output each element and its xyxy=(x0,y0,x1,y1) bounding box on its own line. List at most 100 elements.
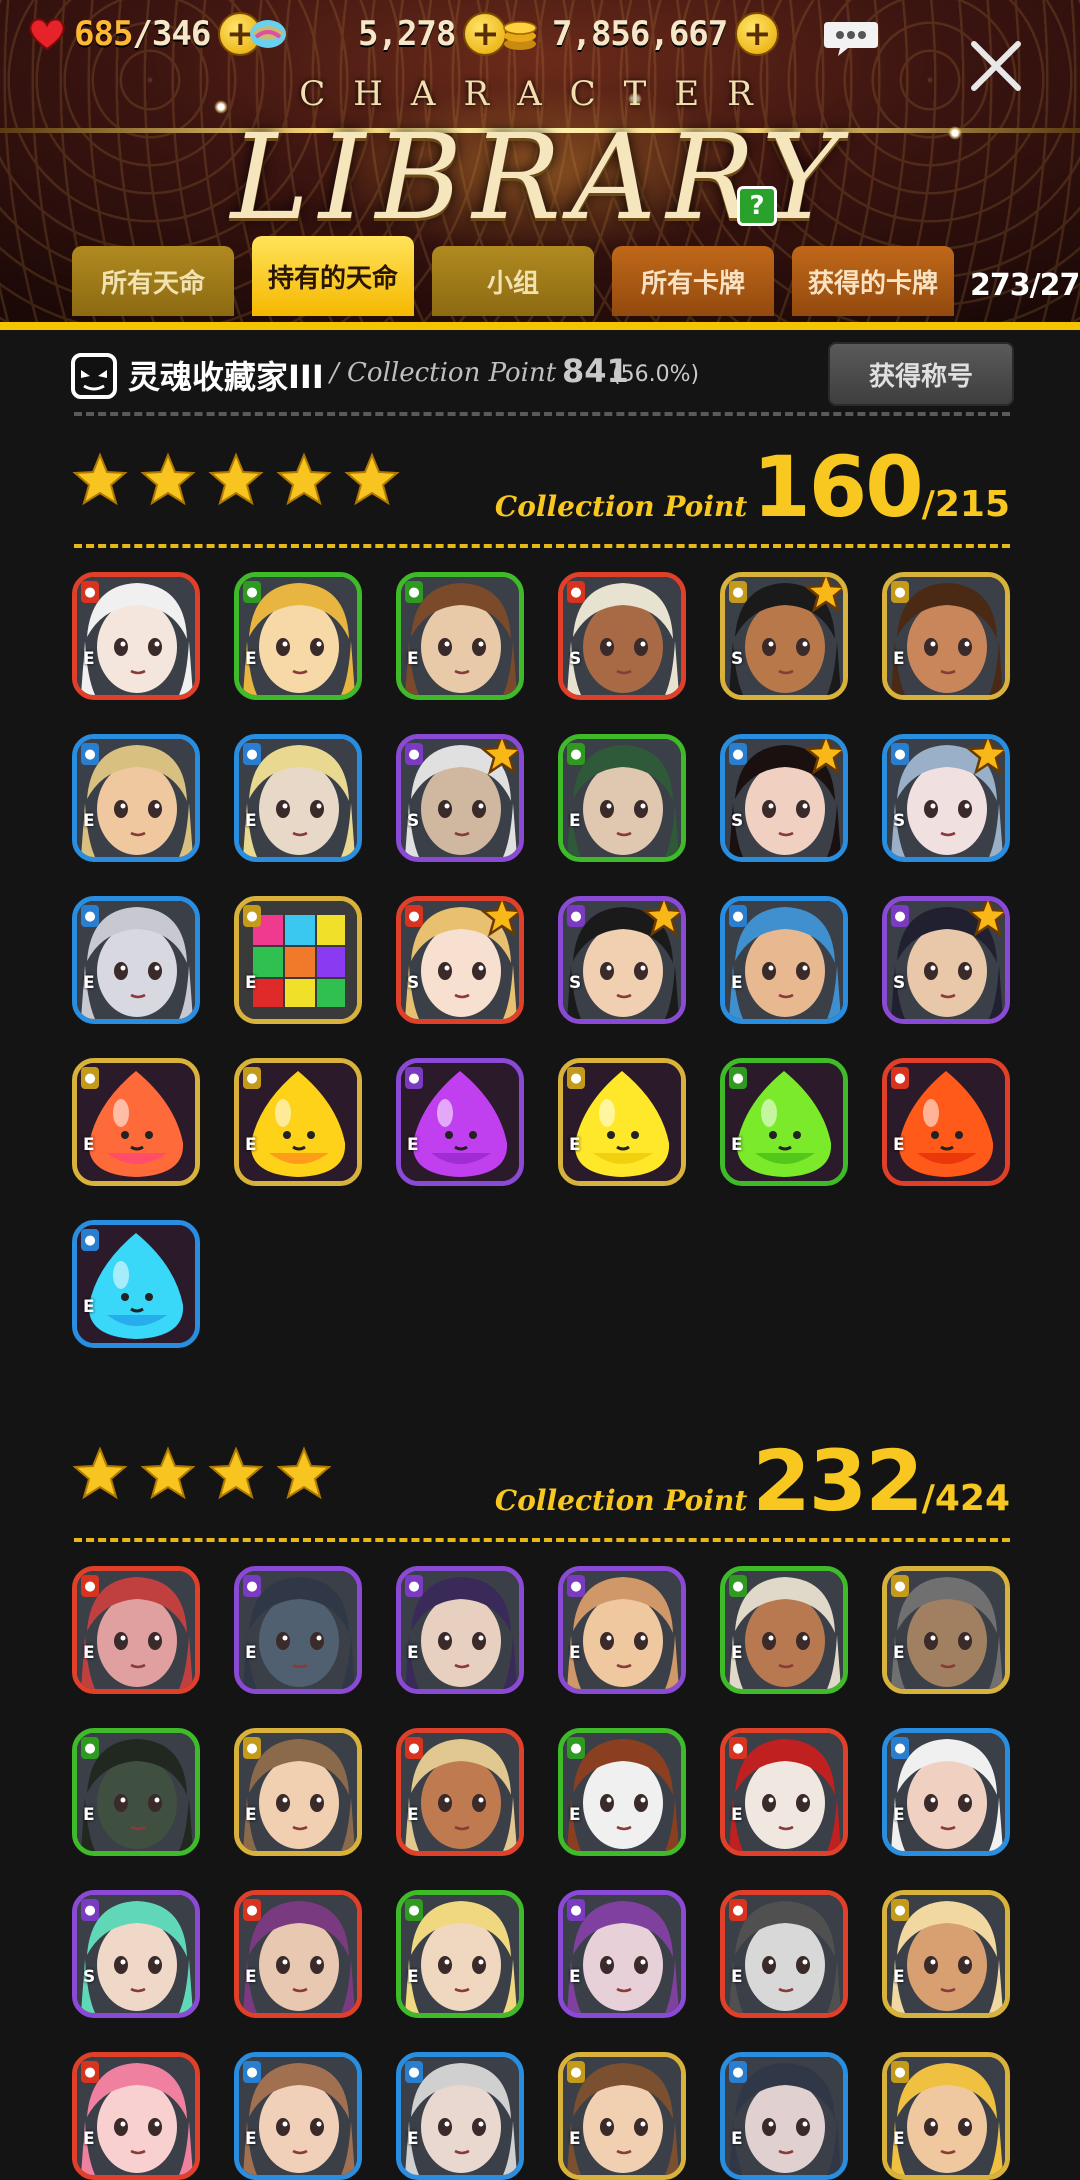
character-card[interactable]: ● E xyxy=(882,1566,1010,1694)
element-icon: ● xyxy=(567,905,585,927)
tab-4[interactable]: 所有卡牌 xyxy=(612,246,774,316)
element-icon: ● xyxy=(405,1737,423,1759)
character-card[interactable]: ● S xyxy=(882,896,1010,1024)
tab-1[interactable]: 所有天命 xyxy=(72,246,234,316)
character-card[interactable]: ● S xyxy=(396,734,524,862)
character-card[interactable]: ● E xyxy=(720,1728,848,1856)
character-card[interactable]: ● E xyxy=(234,1890,362,2018)
character-card[interactable]: ● E xyxy=(72,572,200,700)
element-icon: ● xyxy=(243,2061,261,2083)
card-rank: E xyxy=(245,1967,257,1987)
character-card[interactable]: ● E xyxy=(396,1890,524,2018)
tab-2[interactable]: 持有的天命 xyxy=(252,236,414,316)
card-rank: E xyxy=(83,1297,95,1317)
element-icon: ● xyxy=(891,1067,909,1089)
character-card[interactable]: ● E xyxy=(558,1058,686,1186)
evolution-star-icon xyxy=(967,739,1005,775)
card-rank: E xyxy=(893,2129,905,2149)
element-icon: ● xyxy=(729,1575,747,1597)
character-card[interactable]: ● E xyxy=(720,1890,848,2018)
character-card[interactable]: ● E xyxy=(72,1728,200,1856)
character-card[interactable]: ● E xyxy=(720,1058,848,1186)
collection-point-text: Collection Point : xyxy=(347,358,574,388)
character-card[interactable]: ● E xyxy=(720,2052,848,2180)
character-card[interactable]: ● E xyxy=(234,734,362,862)
character-card[interactable]: ● E xyxy=(72,1566,200,1694)
mask-icon xyxy=(71,353,117,399)
character-card[interactable]: ● E xyxy=(882,1058,1010,1186)
rarity-star-icon xyxy=(276,452,332,506)
tab-5[interactable]: 获得的卡牌 xyxy=(792,246,954,316)
character-card[interactable]: ● E xyxy=(882,1728,1010,1856)
title-library: LIBRARY xyxy=(230,108,850,246)
character-card[interactable]: ● E xyxy=(558,2052,686,2180)
card-rank: E xyxy=(245,1805,257,1825)
character-card[interactable]: ● E xyxy=(882,2052,1010,2180)
character-card[interactable]: ● E xyxy=(720,1566,848,1694)
obtain-title-button[interactable]: 获得称号 xyxy=(828,342,1014,406)
element-icon: ● xyxy=(81,1737,99,1759)
character-card[interactable]: ● E xyxy=(234,2052,362,2180)
element-icon: ● xyxy=(405,905,423,927)
card-rank: E xyxy=(83,2129,95,2149)
help-icon[interactable]: ? xyxy=(737,186,777,226)
element-icon: ● xyxy=(729,1067,747,1089)
element-icon: ● xyxy=(81,1899,99,1921)
section-divider xyxy=(74,544,1010,548)
character-card[interactable]: ● E xyxy=(234,1728,362,1856)
element-icon: ● xyxy=(567,1575,585,1597)
element-icon: ● xyxy=(891,2061,909,2083)
element-icon: ● xyxy=(405,743,423,765)
element-icon: ● xyxy=(81,743,99,765)
character-card[interactable]: ● S xyxy=(72,1890,200,2018)
chat-bubble-icon[interactable] xyxy=(822,18,880,58)
character-card[interactable]: ● E xyxy=(396,1058,524,1186)
character-card[interactable]: ● S xyxy=(396,896,524,1024)
character-card[interactable]: ● E xyxy=(558,1566,686,1694)
character-card[interactable]: ● S xyxy=(882,734,1010,862)
character-card[interactable]: ● E xyxy=(72,896,200,1024)
gems-resource: 5,278 + xyxy=(248,12,508,56)
section-cp-value: 232 xyxy=(752,1432,923,1530)
card-rank: E xyxy=(731,1135,743,1155)
character-card[interactable]: ● E xyxy=(558,1728,686,1856)
character-card[interactable]: ● S xyxy=(558,896,686,1024)
character-card[interactable]: ● E xyxy=(234,572,362,700)
character-card[interactable]: ● E xyxy=(558,734,686,862)
tab-3[interactable]: 小组 xyxy=(432,246,594,316)
add-gold-button[interactable]: + xyxy=(735,12,780,56)
character-card[interactable]: ● E xyxy=(396,1728,524,1856)
character-card[interactable]: ● E xyxy=(72,1220,200,1348)
character-card[interactable]: ● E xyxy=(396,2052,524,2180)
character-card[interactable]: ● E xyxy=(396,572,524,700)
character-card[interactable]: ● E xyxy=(558,1890,686,2018)
character-card[interactable]: ● E xyxy=(72,734,200,862)
character-card[interactable]: ● E xyxy=(234,1058,362,1186)
element-icon: ● xyxy=(729,1737,747,1759)
card-rank: E xyxy=(731,1967,743,1987)
evolution-star-icon xyxy=(643,901,681,937)
card-rank: E xyxy=(893,1967,905,1987)
character-card[interactable]: ● E xyxy=(72,1058,200,1186)
card-rank: S xyxy=(893,811,906,831)
character-card[interactable]: ● E xyxy=(396,1566,524,1694)
element-icon: ● xyxy=(81,2061,99,2083)
character-card[interactable]: ● S xyxy=(558,572,686,700)
character-card[interactable]: ● S xyxy=(720,572,848,700)
character-card[interactable]: ● E xyxy=(72,2052,200,2180)
collection-point-percent: (56.0%) xyxy=(612,362,700,387)
character-card[interactable]: ● E xyxy=(234,896,362,1024)
element-icon: ● xyxy=(729,905,747,927)
character-card[interactable]: ● E xyxy=(882,1890,1010,2018)
element-icon: ● xyxy=(243,743,261,765)
character-card[interactable]: ● S xyxy=(720,734,848,862)
collection-point-label: / Collection Point : xyxy=(330,358,573,388)
element-icon: ● xyxy=(567,1737,585,1759)
character-card[interactable]: ● E xyxy=(720,896,848,1024)
character-card[interactable]: ● E xyxy=(234,1566,362,1694)
card-rank: E xyxy=(245,649,257,669)
character-card[interactable]: ● E xyxy=(882,572,1010,700)
rarity-star-icon xyxy=(208,1446,264,1500)
card-rank: E xyxy=(407,1967,419,1987)
element-icon: ● xyxy=(243,905,261,927)
